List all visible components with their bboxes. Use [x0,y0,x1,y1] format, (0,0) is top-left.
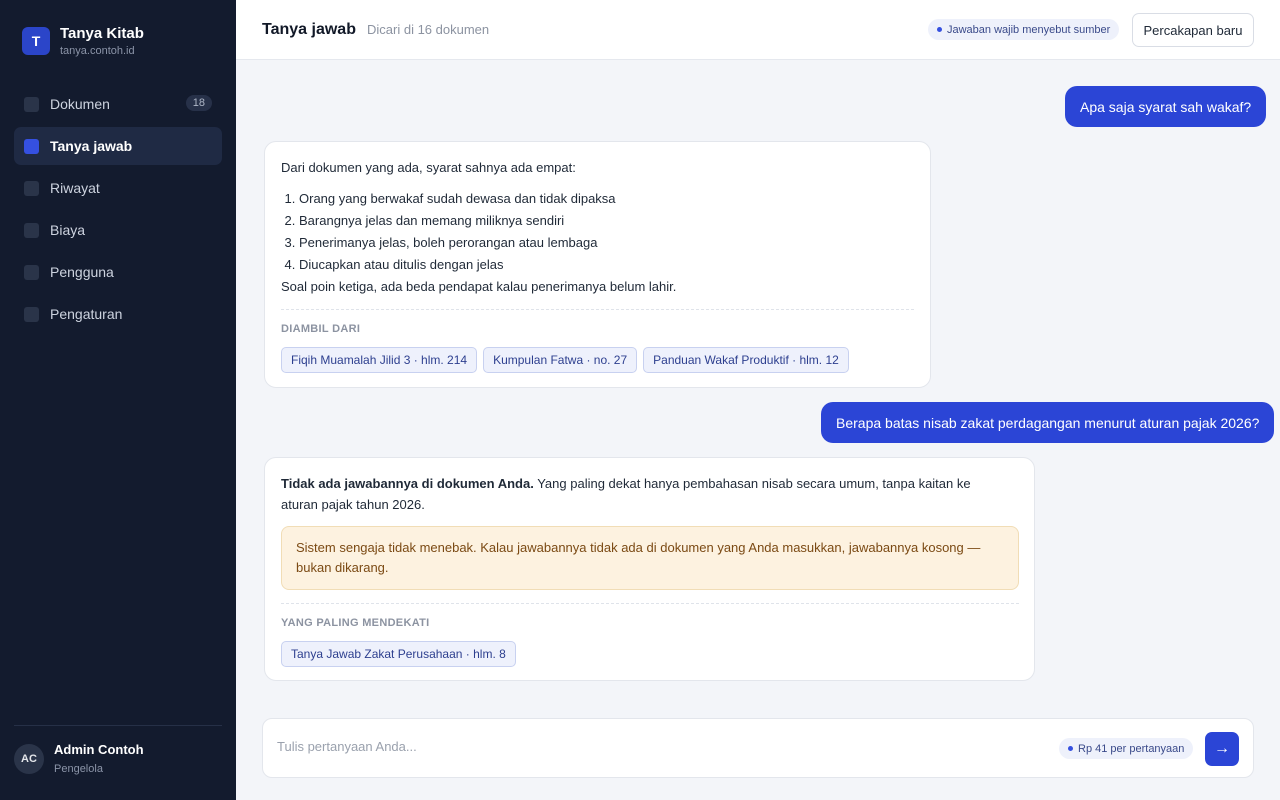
user-message: Berapa batas nisab zakat perdagangan men… [821,402,1275,443]
brand[interactable]: T Tanya Kitab tanya.contoh.id [22,26,144,57]
answer-list: Orang yang berwakaf sudah dewasa dan tid… [299,188,616,276]
avatar: AC [14,743,44,774]
sources-label: DIAMBIL DARI [281,323,361,335]
sidebar-item-label: Dokumen [50,96,110,112]
closest-sources-label: YANG PALING MENDEKATI [281,617,430,629]
chat-icon [24,138,39,154]
new-conversation-button[interactable]: Percakapan baru [1132,13,1254,47]
brand-title: Tanya Kitab [60,25,144,42]
arrow-right-icon: → [1214,740,1230,757]
sidebar-item-dokumen[interactable]: Dokumen 18 [14,85,222,123]
source-chips: Fiqih Muamalah Jilid 3 · hlm. 214 Kumpul… [281,347,855,373]
status-dot-icon [1068,746,1073,751]
citation-required-badge: Jawaban wajib menyebut sumber [928,19,1120,40]
page-subtitle: Dicari di 16 dokumen [367,22,490,37]
users-icon [24,264,39,280]
source-chip[interactable]: Tanya Jawab Zakat Perusahaan · hlm. 8 [281,641,516,667]
document-count-badge: 18 [185,95,212,111]
divider [281,603,1019,604]
sidebar-divider [14,725,222,726]
status-dot-icon [937,27,942,32]
answer-intro: Dari dokumen yang ada, syarat sahnya ada… [281,160,576,175]
sidebar-item-biaya[interactable]: Biaya [14,211,222,249]
composer: Rp 41 per pertanyaan → [262,718,1254,778]
send-button[interactable]: → [1205,732,1239,766]
sidebar-item-label: Pengaturan [50,306,123,322]
citation-required-label: Jawaban wajib menyebut sumber [947,23,1111,36]
user-role: Pengelola [54,763,103,775]
header: Tanya jawab Dicari di 16 dokumen Jawaban… [236,0,1280,60]
settings-icon [24,306,39,322]
answer-lead-bold: Tidak ada jawabannya di dokumen Anda. [281,476,534,491]
sidebar: T Tanya Kitab tanya.contoh.id Dokumen 18… [0,0,236,800]
brand-logo: T [22,27,50,55]
source-chip[interactable]: Kumpulan Fatwa · no. 27 [483,347,638,373]
sidebar-item-pengaturan[interactable]: Pengaturan [14,295,222,333]
answer-lead: Tidak ada jawabannya di dokumen Anda. Ya… [281,473,1011,515]
assistant-answer: Dari dokumen yang ada, syarat sahnya ada… [264,141,931,388]
divider [281,309,914,310]
source-chip[interactable]: Panduan Wakaf Produktif · hlm. 12 [643,347,849,373]
sidebar-item-pengguna[interactable]: Pengguna [14,253,222,291]
history-icon [24,180,39,196]
sidebar-item-label: Riwayat [50,180,100,196]
sidebar-item-label: Tanya jawab [50,138,133,154]
page-title: Tanya jawab [262,21,356,38]
answer-list-item: Orang yang berwakaf sudah dewasa dan tid… [299,188,616,210]
cost-badge: Rp 41 per pertanyaan [1059,738,1194,759]
sidebar-item-label: Pengguna [50,264,114,280]
answer-list-item: Penerimanya jelas, boleh perorangan atau… [299,232,616,254]
no-guess-notice: Sistem sengaja tidak menebak. Kalau jawa… [281,526,1019,590]
sidebar-item-label: Biaya [50,222,86,238]
source-chip[interactable]: Fiqih Muamalah Jilid 3 · hlm. 214 [281,347,478,373]
sidebar-nav: Dokumen 18 Tanya jawab Riwayat Biaya Pen… [14,85,222,337]
user-message: Apa saja syarat sah wakaf? [1065,86,1267,127]
billing-icon [24,222,39,238]
brand-domain: tanya.contoh.id [60,45,135,57]
assistant-answer: Tidak ada jawabannya di dokumen Anda. Ya… [264,457,1035,681]
source-chips: Tanya Jawab Zakat Perusahaan · hlm. 8 [281,641,522,667]
document-icon [24,96,39,112]
answer-note: Soal poin ketiga, ada beda pendapat kala… [281,279,677,294]
cost-label: Rp 41 per pertanyaan [1078,742,1185,755]
sidebar-item-riwayat[interactable]: Riwayat [14,169,222,207]
answer-list-item: Barangnya jelas dan memang miliknya send… [299,210,616,232]
answer-list-item: Diucapkan atau ditulis dengan jelas [299,254,616,276]
question-input[interactable] [277,739,1037,754]
sidebar-item-tanya-jawab[interactable]: Tanya jawab [14,127,222,165]
user-profile[interactable]: AC Admin Contoh Pengelola [14,742,144,775]
user-name: Admin Contoh [54,742,144,757]
